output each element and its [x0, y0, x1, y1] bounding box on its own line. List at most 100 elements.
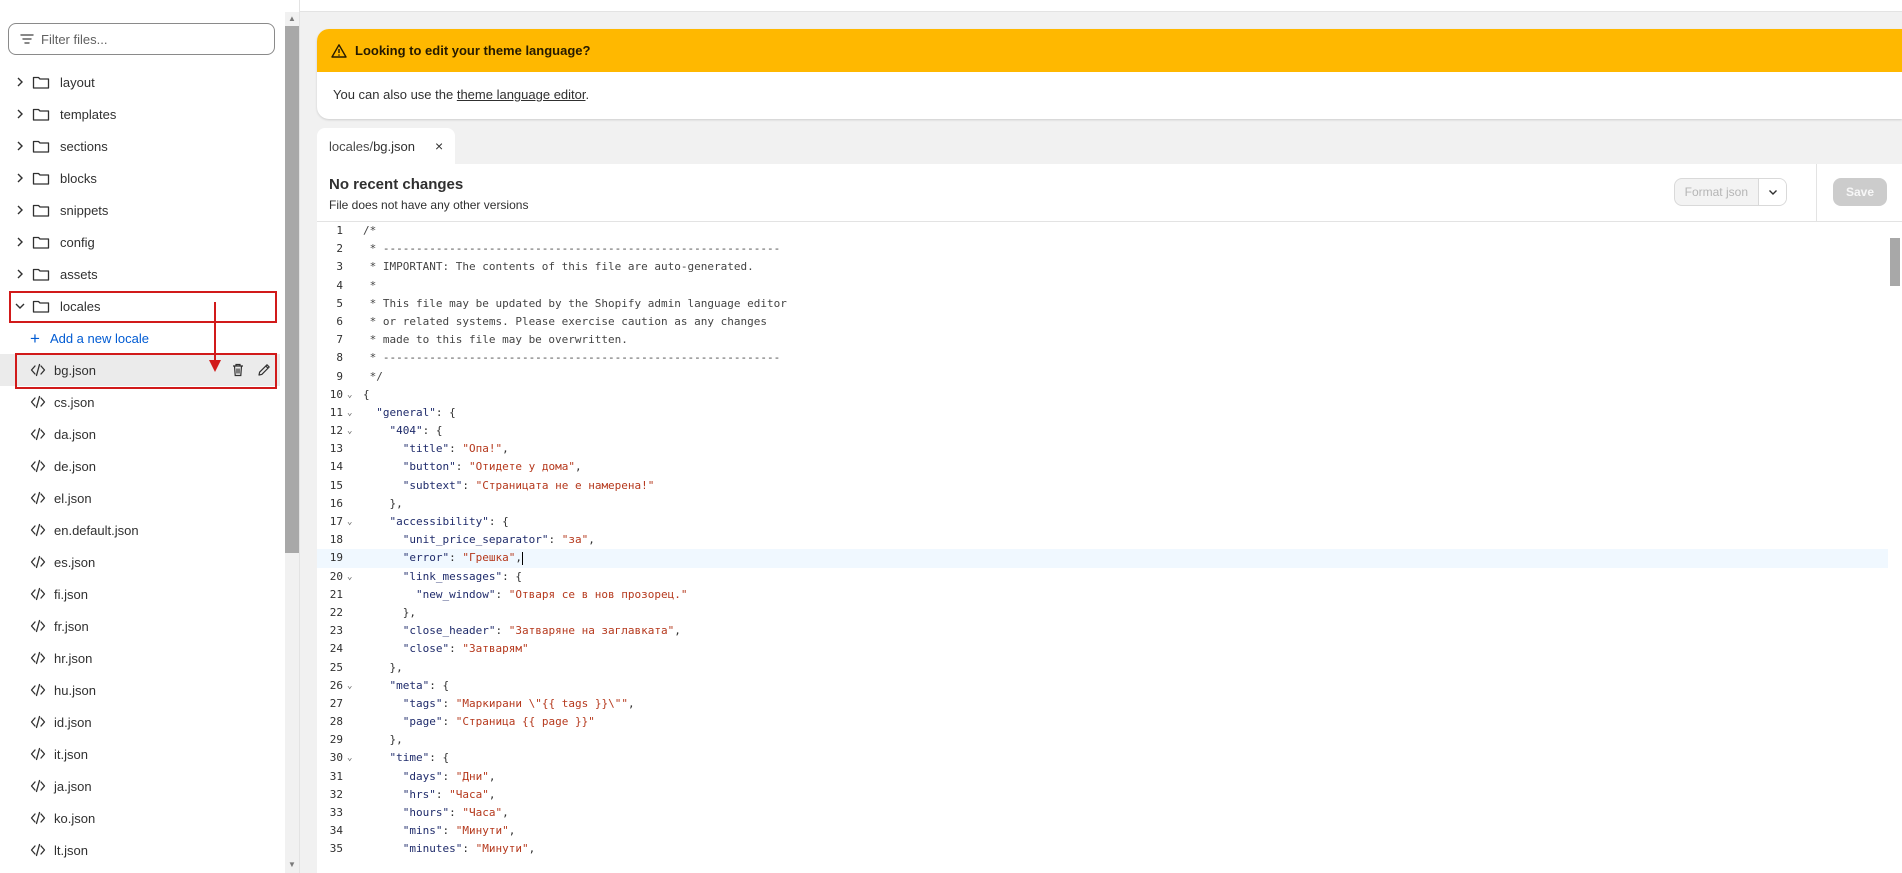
file-label: hu.json	[54, 682, 96, 698]
code-line[interactable]: 9 */	[317, 368, 1902, 386]
chevron-right-icon[interactable]	[10, 172, 30, 184]
code-line[interactable]: 16 },	[317, 495, 1902, 513]
file-item[interactable]: es.json	[0, 546, 280, 578]
code-line[interactable]: 30 ⌄ "time": {	[317, 749, 1902, 767]
scroll-up-arrow-icon[interactable]: ▲	[288, 14, 296, 23]
file-item[interactable]: fi.json	[0, 578, 280, 610]
sidebar-scroll-thumb[interactable]	[285, 26, 299, 553]
chevron-right-icon[interactable]	[10, 140, 30, 152]
folder-layout[interactable]: layout	[0, 66, 280, 98]
code-editor[interactable]: 1 /* 2 * ---------------------------------…	[317, 222, 1902, 873]
folder-assets[interactable]: assets	[0, 258, 280, 290]
code-line[interactable]: 18 "unit_price_separator": "за",	[317, 531, 1902, 549]
code-line[interactable]: 23 "close_header": "Затваряне на заглавк…	[317, 622, 1902, 640]
code-file-icon	[30, 683, 48, 697]
code-line[interactable]: 24 "close": "Затварям"	[317, 640, 1902, 658]
file-header: No recent changes File does not have any…	[317, 164, 1902, 222]
file-item[interactable]: lt.json	[0, 834, 280, 866]
code-line[interactable]: 35 "minutes": "Минути",	[317, 840, 1902, 858]
theme-language-editor-link[interactable]: theme language editor	[457, 87, 586, 102]
code-line[interactable]: 34 "mins": "Минути",	[317, 822, 1902, 840]
add-locale-link[interactable]: + Add a new locale	[0, 322, 280, 354]
code-line[interactable]: 8 * ------------------------------------…	[317, 349, 1902, 367]
file-item[interactable]: da.json	[0, 418, 280, 450]
code-file-icon	[30, 747, 48, 761]
folder-config[interactable]: config	[0, 226, 280, 258]
fold-chevron-icon[interactable]: ⌄	[347, 568, 352, 586]
editor-scroll-thumb[interactable]	[1890, 238, 1900, 286]
code-line[interactable]: 2 * ------------------------------------…	[317, 240, 1902, 258]
code-line[interactable]: 31 "days": "Дни",	[317, 768, 1902, 786]
code-line[interactable]: 14 "button": "Отидете у дома",	[317, 458, 1902, 476]
code-line[interactable]: 5 * This file may be updated by the Shop…	[317, 295, 1902, 313]
close-tab-icon[interactable]: ×	[435, 138, 443, 154]
line-number: 30	[329, 751, 343, 765]
code-line[interactable]: 26 ⌄ "meta": {	[317, 677, 1902, 695]
code-line[interactable]: 20 ⌄ "link_messages": {	[317, 568, 1902, 586]
editor-scrollbar[interactable]	[1888, 222, 1902, 873]
file-item[interactable]: id.json	[0, 706, 280, 738]
code-line[interactable]: 10 ⌄ {	[317, 386, 1902, 404]
chevron-down-icon[interactable]	[10, 300, 30, 312]
code-line[interactable]: 28 "page": "Страница {{ page }}"	[317, 713, 1902, 731]
fold-chevron-icon[interactable]: ⌄	[347, 513, 352, 531]
code-line[interactable]: 12 ⌄ "404": {	[317, 422, 1902, 440]
delete-icon[interactable]	[230, 362, 246, 378]
code-line[interactable]: 6 * or related systems. Please exercise …	[317, 313, 1902, 331]
code-line[interactable]: 25 },	[317, 659, 1902, 677]
code-line[interactable]: 27 "tags": "Маркирани \"{{ tags }}\"",	[317, 695, 1902, 713]
format-options-button[interactable]	[1758, 179, 1786, 205]
format-json-button[interactable]: Format json	[1675, 179, 1758, 205]
filter-files-input[interactable]	[41, 31, 261, 47]
chevron-right-icon[interactable]	[10, 268, 30, 280]
code-line[interactable]: 15 "subtext": "Страницата не е намерена!…	[317, 477, 1902, 495]
code-line[interactable]: 19 "error": "Грешка",	[317, 549, 1902, 568]
fold-chevron-icon[interactable]: ⌄	[347, 749, 352, 767]
line-number: 9	[336, 369, 343, 383]
code-line[interactable]: 32 "hrs": "Часа",	[317, 786, 1902, 804]
chevron-right-icon[interactable]	[10, 76, 30, 88]
file-item[interactable]: el.json	[0, 482, 280, 514]
folder-templates[interactable]: templates	[0, 98, 280, 130]
code-line[interactable]: 13 "title": "Опа!",	[317, 440, 1902, 458]
fold-chevron-icon[interactable]: ⌄	[347, 677, 352, 695]
fold-chevron-icon[interactable]: ⌄	[347, 422, 352, 440]
chevron-right-icon[interactable]	[10, 204, 30, 216]
folder-snippets[interactable]: snippets	[0, 194, 280, 226]
file-item[interactable]: hr.json	[0, 642, 280, 674]
code-line[interactable]: 22 },	[317, 604, 1902, 622]
code-line[interactable]: 11 ⌄ "general": {	[317, 404, 1902, 422]
file-item[interactable]: it.json	[0, 738, 280, 770]
code-line[interactable]: 29 },	[317, 731, 1902, 749]
top-bar	[300, 0, 1902, 12]
filter-files-field[interactable]	[8, 23, 275, 55]
code-line[interactable]: 17 ⌄ "accessibility": {	[317, 513, 1902, 531]
folder-blocks[interactable]: blocks	[0, 162, 280, 194]
file-item[interactable]: hu.json	[0, 674, 280, 706]
file-item[interactable]: cs.json	[0, 386, 280, 418]
file-item[interactable]: de.json	[0, 450, 280, 482]
folder-locales[interactable]: locales	[0, 290, 280, 322]
tab-bg-json[interactable]: locales/bg.json ×	[317, 128, 456, 164]
fold-chevron-icon[interactable]: ⌄	[347, 386, 352, 404]
file-item[interactable]: en.default.json	[0, 514, 280, 546]
chevron-right-icon[interactable]	[10, 108, 30, 120]
fold-chevron-icon[interactable]: ⌄	[347, 404, 352, 422]
code-line[interactable]: 4 *	[317, 277, 1902, 295]
scroll-down-arrow-icon[interactable]: ▼	[288, 860, 296, 869]
code-line[interactable]: 1 /*	[317, 222, 1902, 240]
file-item[interactable]: ko.json	[0, 802, 280, 834]
tab-dir: locales/	[329, 138, 374, 154]
save-button[interactable]: Save	[1833, 178, 1887, 206]
folder-sections[interactable]: sections	[0, 130, 280, 162]
code-line[interactable]: 7 * made to this file may be overwritten…	[317, 331, 1902, 349]
file-item[interactable]: fr.json	[0, 610, 280, 642]
code-line[interactable]: 21 "new_window": "Отваря се в нов прозор…	[317, 586, 1902, 604]
code-line[interactable]: 33 "hours": "Часа",	[317, 804, 1902, 822]
line-text: * made to this file may be overwritten.	[363, 333, 628, 347]
chevron-right-icon[interactable]	[10, 236, 30, 248]
file-item[interactable]: bg.json	[0, 354, 280, 386]
file-item[interactable]: ja.json	[0, 770, 280, 802]
edit-pencil-icon[interactable]	[256, 362, 272, 378]
code-line[interactable]: 3 * IMPORTANT: The contents of this file…	[317, 258, 1902, 276]
